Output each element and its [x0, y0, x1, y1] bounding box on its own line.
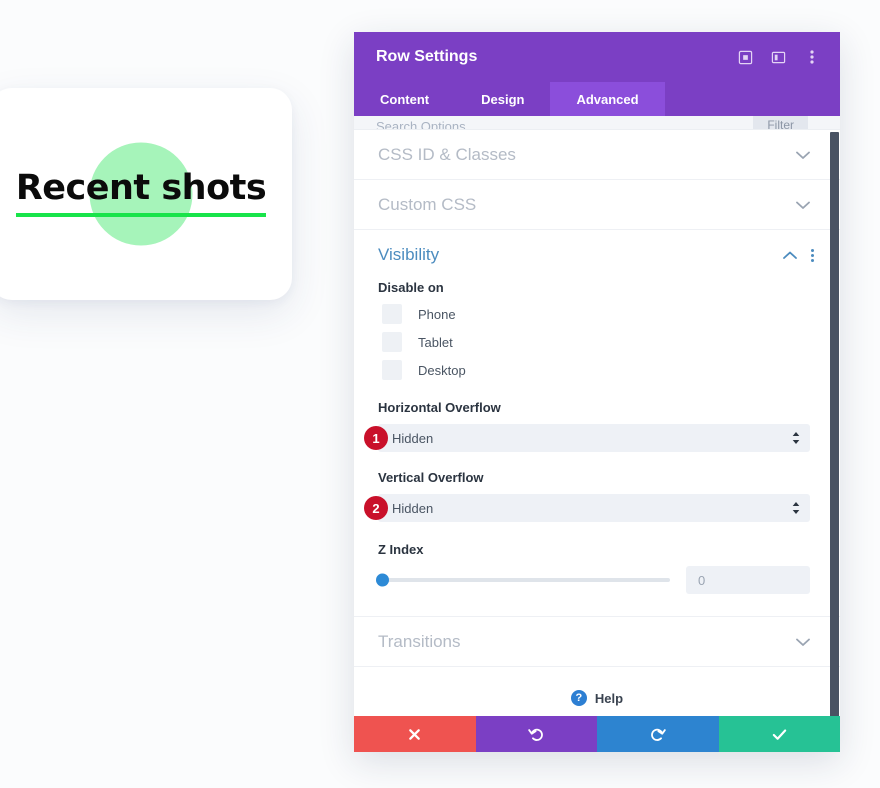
z-index-input[interactable]: 0	[686, 566, 810, 594]
close-button[interactable]	[354, 716, 476, 752]
recent-shots-preview-card: Recent shots	[0, 88, 292, 300]
modal-body: Search Options Filter CSS ID & Classes C…	[354, 116, 840, 716]
help-icon: ?	[570, 690, 587, 706]
stepper-arrows-icon[interactable]	[792, 501, 800, 515]
section-visibility-label: Visibility	[378, 245, 440, 264]
search-options-bar[interactable]: Search Options Filter	[354, 116, 840, 130]
checkbox-phone-label: Phone	[418, 306, 456, 322]
preview-inner: Recent shots	[0, 88, 292, 300]
tab-content[interactable]: Content	[354, 82, 455, 116]
header-icon-group	[737, 49, 820, 66]
checkbox-desktop[interactable]	[382, 360, 402, 380]
section-css-id-classes-label: CSS ID & Classes	[378, 144, 516, 164]
modal-header: Row Settings	[354, 32, 840, 82]
save-button[interactable]	[718, 716, 840, 752]
z-index-slider-thumb[interactable]	[376, 573, 389, 587]
expand-icon[interactable]	[737, 49, 754, 66]
vertical-overflow-value: Hidden	[392, 500, 434, 516]
checkbox-tablet[interactable]	[382, 332, 402, 352]
section-custom-css[interactable]: Custom CSS	[354, 180, 840, 230]
tab-advanced[interactable]: Advanced	[550, 82, 665, 116]
annotation-badge-2: 2	[364, 496, 388, 520]
chevron-up-icon[interactable]	[783, 247, 797, 263]
checkbox-phone[interactable]	[382, 304, 402, 324]
section-transitions-label: Transitions	[378, 631, 461, 651]
vertical-overflow-label: Vertical Overflow	[378, 470, 484, 485]
row-settings-modal: Row Settings Content Design Advanced Sea…	[354, 32, 840, 752]
z-index-label: Z Index	[378, 542, 424, 557]
horizontal-overflow-value: Hidden	[392, 430, 434, 446]
section-visibility: Visibility Disable on Phone Tablet Deskt…	[354, 230, 840, 617]
search-input[interactable]: Search Options	[376, 119, 466, 129]
vertical-overflow-field: Vertical Overflow 2 Hidden	[354, 470, 840, 522]
checkbox-desktop-label: Desktop	[418, 362, 466, 378]
help-label: Help	[594, 690, 624, 706]
stepper-arrows-icon[interactable]	[792, 431, 800, 445]
checkbox-row-desktop[interactable]: Desktop	[378, 360, 810, 380]
modal-tabs: Content Design Advanced	[354, 82, 840, 116]
chevron-down-icon	[796, 635, 810, 649]
z-index-field: Z Index 0	[354, 542, 840, 594]
redo-button[interactable]	[597, 716, 719, 752]
layout-icon[interactable]	[770, 49, 787, 66]
chevron-down-icon	[796, 148, 810, 162]
annotation-badge-1: 1	[364, 426, 388, 450]
horizontal-overflow-field: Horizontal Overflow 1 Hidden	[354, 400, 840, 452]
disable-on-label: Disable on	[378, 280, 444, 295]
checkbox-tablet-label: Tablet	[418, 334, 453, 350]
help-link[interactable]: ? Help	[354, 667, 840, 716]
modal-title: Row Settings	[376, 48, 478, 65]
disable-on-field: Disable on Phone Tablet Desktop	[354, 280, 840, 380]
checkbox-row-tablet[interactable]: Tablet	[378, 332, 810, 352]
tab-design[interactable]: Design	[455, 82, 550, 116]
modal-footer	[354, 716, 840, 752]
filter-button[interactable]: Filter	[753, 116, 808, 129]
horizontal-overflow-select[interactable]: 1 Hidden	[364, 424, 810, 452]
horizontal-overflow-label: Horizontal Overflow	[378, 400, 501, 415]
scrollbar-thumb[interactable]	[830, 132, 839, 716]
checkbox-row-phone[interactable]: Phone	[378, 304, 810, 324]
section-custom-css-label: Custom CSS	[378, 194, 477, 214]
modal-scrollbar[interactable]	[830, 130, 839, 716]
z-index-slider[interactable]	[376, 573, 670, 587]
undo-button[interactable]	[475, 716, 597, 752]
more-options-icon[interactable]	[803, 49, 820, 66]
section-visibility-header[interactable]: Visibility	[354, 230, 840, 280]
preview-title: Recent shots	[15, 171, 267, 217]
chevron-down-icon	[796, 198, 810, 212]
section-css-id-classes[interactable]: CSS ID & Classes	[354, 130, 840, 180]
section-options-icon[interactable]	[811, 248, 814, 262]
section-transitions[interactable]: Transitions	[354, 617, 840, 667]
vertical-overflow-select[interactable]: 2 Hidden	[364, 494, 810, 522]
z-index-slider-row: 0	[376, 566, 810, 594]
